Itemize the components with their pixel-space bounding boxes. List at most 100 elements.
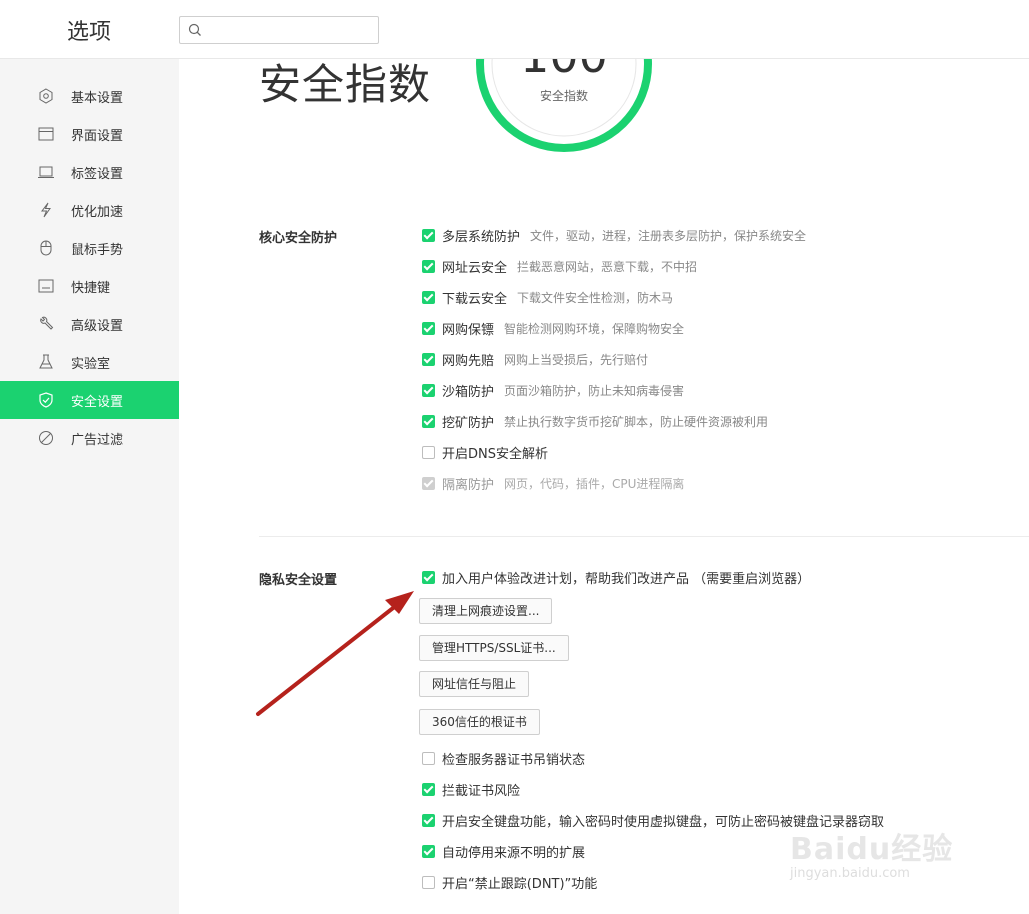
baidu-watermark: Baidu经验 jingyan.baidu.com — [790, 810, 990, 900]
sidebar-item-label: 快捷键 — [71, 281, 111, 296]
option-ux-improvement[interactable]: 加入用户体验改进计划，帮助我们改进产品 （需要重启浏览器） — [422, 568, 811, 587]
option-sandbox-protection[interactable]: 沙箱防护 页面沙箱防护，防止未知病毒侵害 — [422, 381, 685, 400]
sidebar-item-tabs[interactable]: 标签设置 — [0, 153, 179, 191]
option-disable-unknown-extensions[interactable]: 自动停用来源不明的扩展 — [422, 842, 586, 861]
checkbox-checked[interactable] — [422, 290, 435, 304]
section-divider — [259, 536, 1029, 537]
option-label: 检查服务器证书吊销状态 — [442, 752, 586, 768]
option-url-cloud-security[interactable]: 网址云安全 拦截恶意网站，恶意下载，不中招 — [422, 257, 698, 276]
window-icon — [37, 126, 55, 142]
sidebar-item-label: 广告过滤 — [71, 433, 124, 448]
block-icon — [37, 430, 55, 446]
watermark-sub: jingyan.baidu.com — [790, 866, 910, 881]
core-security-title: 核心安全防护 — [259, 231, 338, 246]
url-trust-block-button[interactable]: 网址信任与阻止 — [419, 671, 530, 697]
checkbox-disabled — [422, 476, 435, 490]
sidebar-item-label: 安全设置 — [71, 395, 124, 410]
gear-icon — [37, 88, 55, 104]
sidebar-item-label: 基本设置 — [71, 91, 124, 106]
option-label: 拦截证书风险 — [442, 783, 521, 799]
option-desc: 网页，代码，插件，CPU进程隔离 — [504, 476, 685, 491]
flask-icon — [37, 354, 55, 370]
sidebar-item-basic[interactable]: 基本设置 — [0, 77, 179, 115]
checkbox-checked[interactable] — [422, 570, 435, 584]
sidebar-item-mouse-gestures[interactable]: 鼠标手势 — [0, 229, 179, 267]
checkbox-unchecked[interactable] — [422, 875, 435, 889]
option-desc: 下载文件安全性检测，防木马 — [517, 290, 674, 305]
mouse-icon — [37, 240, 55, 256]
sidebar-item-security[interactable]: 安全设置 — [0, 381, 179, 419]
search-input[interactable] — [179, 16, 379, 44]
option-shopping-guard[interactable]: 网购保镖 智能检测网购环境，保障购物安全 — [422, 319, 685, 338]
checkbox-checked[interactable] — [422, 414, 435, 428]
sidebar-item-advanced[interactable]: 高级设置 — [0, 305, 179, 343]
sidebar: 基本设置 界面设置 标签设置 优化加速 鼠标手势 快捷键 高级设置 实验室 安全… — [0, 59, 179, 914]
option-check-cert-revocation[interactable]: 检查服务器证书吊销状态 — [422, 749, 586, 768]
option-shopping-compensation[interactable]: 网购先赔 网购上当受损后，先行赔付 — [422, 350, 649, 369]
checkbox-checked[interactable] — [422, 782, 435, 796]
option-label: 隔离防护 — [442, 477, 495, 493]
option-mining-protection[interactable]: 挖矿防护 禁止执行数字货币挖矿脚本，防止硬件资源被利用 — [422, 412, 769, 431]
sidebar-item-lab[interactable]: 实验室 — [0, 343, 179, 381]
manage-certificates-button[interactable]: 管理HTTPS/SSL证书... — [419, 635, 569, 661]
option-desc: 网购上当受损后，先行赔付 — [504, 352, 649, 367]
security-score-gauge: 100 安全指数 — [469, 59, 659, 159]
lightning-icon — [37, 202, 55, 218]
option-desc: 文件，驱动，进程，注册表多层防护，保护系统安全 — [530, 228, 807, 243]
title-bar: 选项 — [0, 0, 1029, 59]
score-label: 安全指数 — [539, 89, 588, 103]
checkbox-unchecked[interactable] — [422, 751, 435, 765]
option-label: 开启“禁止跟踪(DNT)”功能 — [442, 876, 598, 892]
option-block-cert-risk[interactable]: 拦截证书风险 — [422, 780, 521, 799]
checkbox-checked[interactable] — [422, 844, 435, 858]
settings-content: 安全指数 100 安全指数 核心安全防护 多层系统防护 文件，驱动，进程，注册表… — [179, 59, 1029, 914]
sidebar-item-label: 鼠标手势 — [71, 243, 124, 258]
trusted-root-certs-button[interactable]: 360信任的根证书 — [419, 709, 540, 735]
option-label: 自动停用来源不明的扩展 — [442, 845, 586, 861]
option-do-not-track[interactable]: 开启“禁止跟踪(DNT)”功能 — [422, 873, 598, 892]
checkbox-checked[interactable] — [422, 259, 435, 273]
sidebar-item-interface[interactable]: 界面设置 — [0, 115, 179, 153]
shield-icon — [37, 392, 55, 408]
option-desc: 禁止执行数字货币挖矿脚本，防止硬件资源被利用 — [504, 414, 769, 429]
checkbox-unchecked[interactable] — [422, 445, 435, 459]
option-label: 多层系统防护 — [442, 229, 521, 245]
sidebar-item-optimize[interactable]: 优化加速 — [0, 191, 179, 229]
option-download-cloud-security[interactable]: 下载云安全 下载文件安全性检测，防木马 — [422, 288, 674, 307]
sidebar-item-label: 高级设置 — [71, 319, 124, 334]
tab-icon — [37, 164, 55, 180]
option-label: 加入用户体验改进计划，帮助我们改进产品 （需要重启浏览器） — [442, 571, 811, 587]
sidebar-item-label: 优化加速 — [71, 205, 124, 220]
sidebar-item-ad-filter[interactable]: 广告过滤 — [0, 419, 179, 457]
checkbox-checked[interactable] — [422, 383, 435, 397]
page-title: 选项 — [67, 20, 112, 45]
option-dns-secure-resolve[interactable]: 开启DNS安全解析 — [422, 443, 548, 462]
checkbox-checked[interactable] — [422, 813, 435, 827]
sidebar-item-shortcuts[interactable]: 快捷键 — [0, 267, 179, 305]
checkbox-checked[interactable] — [422, 228, 435, 242]
privacy-security-title: 隐私安全设置 — [259, 573, 338, 588]
checkbox-checked[interactable] — [422, 321, 435, 335]
option-desc: 页面沙箱防护，防止未知病毒侵害 — [504, 383, 685, 398]
option-label: 下载云安全 — [442, 291, 508, 307]
option-label: 挖矿防护 — [442, 415, 495, 431]
option-isolation-protection: 隔离防护 网页，代码，插件，CPU进程隔离 — [422, 474, 685, 493]
option-desc: 智能检测网购环境，保障购物安全 — [504, 321, 685, 336]
sidebar-item-label: 标签设置 — [71, 167, 124, 182]
option-label: 网址云安全 — [442, 260, 508, 276]
option-label: 网购保镖 — [442, 322, 495, 338]
wrench-icon — [37, 316, 55, 332]
option-label: 网购先赔 — [442, 353, 495, 369]
checkbox-checked[interactable] — [422, 352, 435, 366]
option-label: 沙箱防护 — [442, 384, 495, 400]
sidebar-item-label: 界面设置 — [71, 129, 124, 144]
search-icon — [188, 23, 201, 36]
option-desc: 拦截恶意网站，恶意下载，不中招 — [517, 259, 698, 274]
keyboard-icon — [37, 278, 55, 294]
sidebar-item-label: 实验室 — [71, 357, 111, 372]
watermark-main: Baidu经验 — [790, 832, 954, 867]
score-value: 100 — [469, 59, 659, 83]
clear-history-settings-button[interactable]: 清理上网痕迹设置... — [419, 598, 553, 624]
option-multilayer-protection[interactable]: 多层系统防护 文件，驱动，进程，注册表多层防护，保护系统安全 — [422, 226, 807, 245]
security-score-heading: 安全指数 — [259, 60, 432, 109]
